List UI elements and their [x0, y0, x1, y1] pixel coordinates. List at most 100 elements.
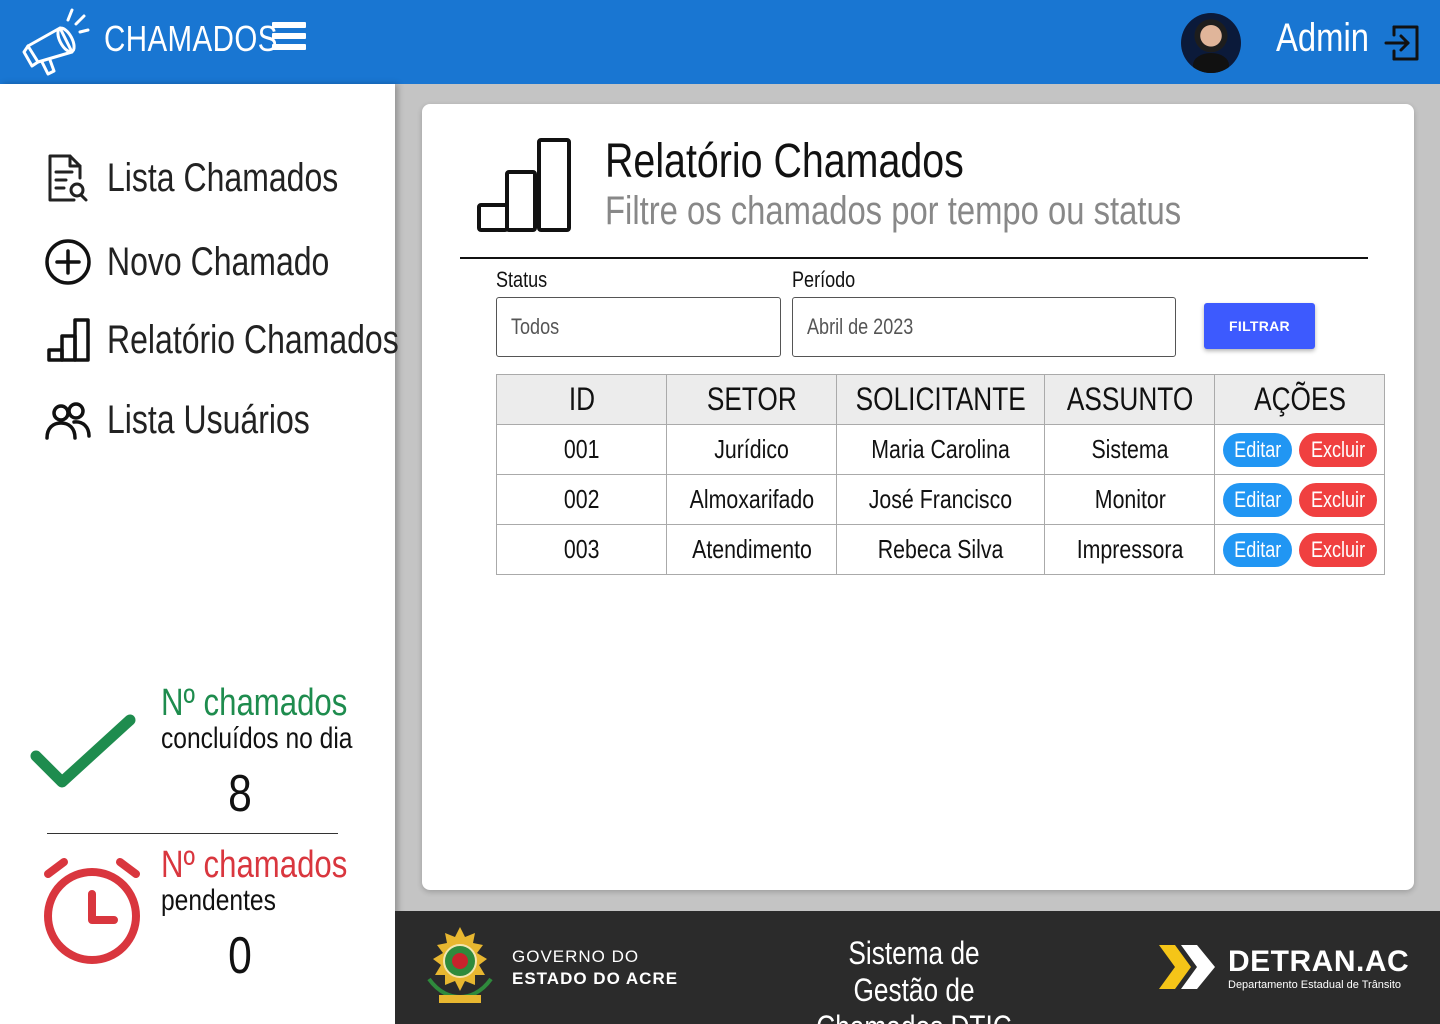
user-name[interactable]: Admin [1276, 16, 1369, 61]
cell-text: 002 [563, 484, 600, 514]
table-header-row: ID SETOR SOLICITANTE ASSUNTO AÇÕES [496, 374, 1386, 425]
sidebar-item-relatorio-chamados[interactable]: Relatório Chamados [44, 312, 472, 368]
document-search-icon [48, 154, 88, 202]
cell-acoes: Editar Excluir [1214, 474, 1386, 525]
column-header-label: SOLICITANTE [855, 381, 1026, 417]
status-select[interactable]: Todos [496, 297, 781, 357]
cell-id: 001 [496, 424, 667, 475]
delete-button[interactable]: Excluir [1299, 482, 1378, 517]
column-header-setor[interactable]: SETOR [666, 374, 837, 425]
detran-chevron-logo [1159, 945, 1215, 989]
sidebar-item-label: Relatório Chamados [107, 317, 399, 362]
cell-id: 002 [496, 474, 667, 525]
state-crest-logo [427, 927, 493, 1003]
pending-stat-subtitle: pendentes [161, 884, 276, 917]
column-header-id[interactable]: ID [496, 374, 667, 425]
users-icon [45, 402, 91, 440]
filter-button[interactable]: FILTRAR [1204, 303, 1315, 349]
pending-stat-value: 0 [228, 927, 252, 985]
table-row: 003 Atendimento Rebeca Silva Impressora … [496, 524, 1386, 575]
cell-text: Almoxarifado [689, 484, 814, 514]
edit-button-label: Editar [1233, 436, 1281, 462]
cell-text: Rebeca Silva [877, 534, 1004, 564]
sidebar-item-novo-chamado[interactable]: Novo Chamado [44, 234, 385, 290]
cell-text: Atendimento [691, 534, 812, 564]
logout-icon[interactable] [1384, 24, 1420, 62]
status-label: Status [496, 267, 548, 292]
bar-chart-icon [47, 318, 90, 362]
cell-text: José Francisco [869, 484, 1013, 514]
app-title: CHAMADOS [104, 18, 278, 59]
report-card: Relatório Chamados Filtre os chamados po… [422, 104, 1414, 890]
system-name: Sistema de Gestão de Chamados DTIC [816, 935, 1011, 1024]
table-row: 001 Jurídico Maria Carolina Sistema Edit… [496, 424, 1386, 475]
sidebar-item-label: Lista Chamados [107, 155, 339, 200]
delete-button-label: Excluir [1311, 486, 1366, 512]
cell-assunto: Impressora [1044, 524, 1216, 575]
cell-text: 003 [563, 534, 600, 564]
cell-id: 003 [496, 524, 667, 575]
column-header-label: AÇÕES [1254, 381, 1346, 417]
period-select[interactable]: Abril de 2023 [792, 297, 1176, 357]
megaphone-icon [22, 8, 90, 76]
cell-assunto: Sistema [1044, 424, 1216, 475]
edit-button[interactable]: Editar [1222, 532, 1293, 567]
delete-button[interactable]: Excluir [1299, 432, 1378, 467]
period-select-value: Abril de 2023 [807, 314, 914, 339]
sidebar-item-lista-usuarios[interactable]: Lista Usuários [44, 392, 360, 448]
cell-acoes: Editar Excluir [1214, 524, 1386, 575]
edit-button[interactable]: Editar [1222, 482, 1293, 517]
sidebar: Lista Chamados Novo Chamado Relatório Ch… [0, 84, 399, 1024]
hamburger-menu-icon[interactable] [272, 22, 306, 58]
divider [460, 257, 1368, 259]
stats-divider [47, 833, 338, 834]
column-header-acoes: AÇÕES [1214, 374, 1386, 425]
period-label: Período [792, 267, 856, 292]
column-header-assunto[interactable]: ASSUNTO [1044, 374, 1216, 425]
detran-subtitle: Departamento Estadual de Trânsito [1228, 979, 1402, 991]
completed-stat-value: 8 [228, 765, 252, 823]
check-icon [30, 714, 136, 788]
column-header-label: SETOR [706, 381, 797, 417]
sidebar-item-label: Lista Usuários [107, 397, 310, 442]
column-header-solicitante[interactable]: SOLICITANTE [835, 374, 1046, 425]
alarm-clock-icon [44, 858, 140, 964]
cell-solicitante: Rebeca Silva [835, 524, 1046, 575]
gov-line-1: GOVERNO DO [512, 947, 640, 966]
detran-name: DETRAN.AC [1228, 945, 1410, 978]
sidebar-item-lista-chamados[interactable]: Lista Chamados [44, 150, 396, 206]
top-bar: CHAMADOS Admin [0, 0, 1440, 84]
page-title: Relatório Chamados [605, 135, 964, 188]
page-subtitle: Filtre os chamados por tempo ou status [605, 189, 1182, 233]
completed-stat-title: Nº chamados [161, 682, 348, 724]
table-row: 002 Almoxarifado José Francisco Monitor … [496, 474, 1386, 525]
tickets-table: ID SETOR SOLICITANTE ASSUNTO AÇÕES 001 J… [496, 374, 1386, 575]
sidebar-item-label: Novo Chamado [107, 239, 330, 284]
edit-button[interactable]: Editar [1222, 432, 1293, 467]
bar-chart-icon [477, 138, 571, 232]
avatar[interactable] [1181, 13, 1241, 73]
cell-text: 001 [563, 434, 600, 464]
column-header-label: ID [568, 381, 595, 417]
gov-line-2: ESTADO DO ACRE [512, 969, 679, 988]
delete-button-label: Excluir [1311, 436, 1366, 462]
delete-button[interactable]: Excluir [1299, 532, 1378, 567]
edit-button-label: Editar [1233, 486, 1281, 512]
cell-text: Monitor [1094, 484, 1166, 514]
cell-setor: Jurídico [666, 424, 837, 475]
delete-button-label: Excluir [1311, 536, 1366, 562]
edit-button-label: Editar [1233, 536, 1281, 562]
cell-text: Jurídico [714, 434, 789, 464]
cell-text: Impressora [1076, 534, 1184, 564]
cell-acoes: Editar Excluir [1214, 424, 1386, 475]
column-header-label: ASSUNTO [1066, 381, 1194, 417]
cell-setor: Almoxarifado [666, 474, 837, 525]
cell-text: Maria Carolina [871, 434, 1011, 464]
cell-text: Sistema [1091, 434, 1169, 464]
status-select-value: Todos [511, 314, 560, 339]
completed-stat-subtitle: concluídos no dia [161, 722, 353, 755]
add-circle-icon [45, 239, 91, 285]
cell-solicitante: José Francisco [835, 474, 1046, 525]
cell-solicitante: Maria Carolina [835, 424, 1046, 475]
pending-stat-title: Nº chamados [161, 844, 348, 886]
